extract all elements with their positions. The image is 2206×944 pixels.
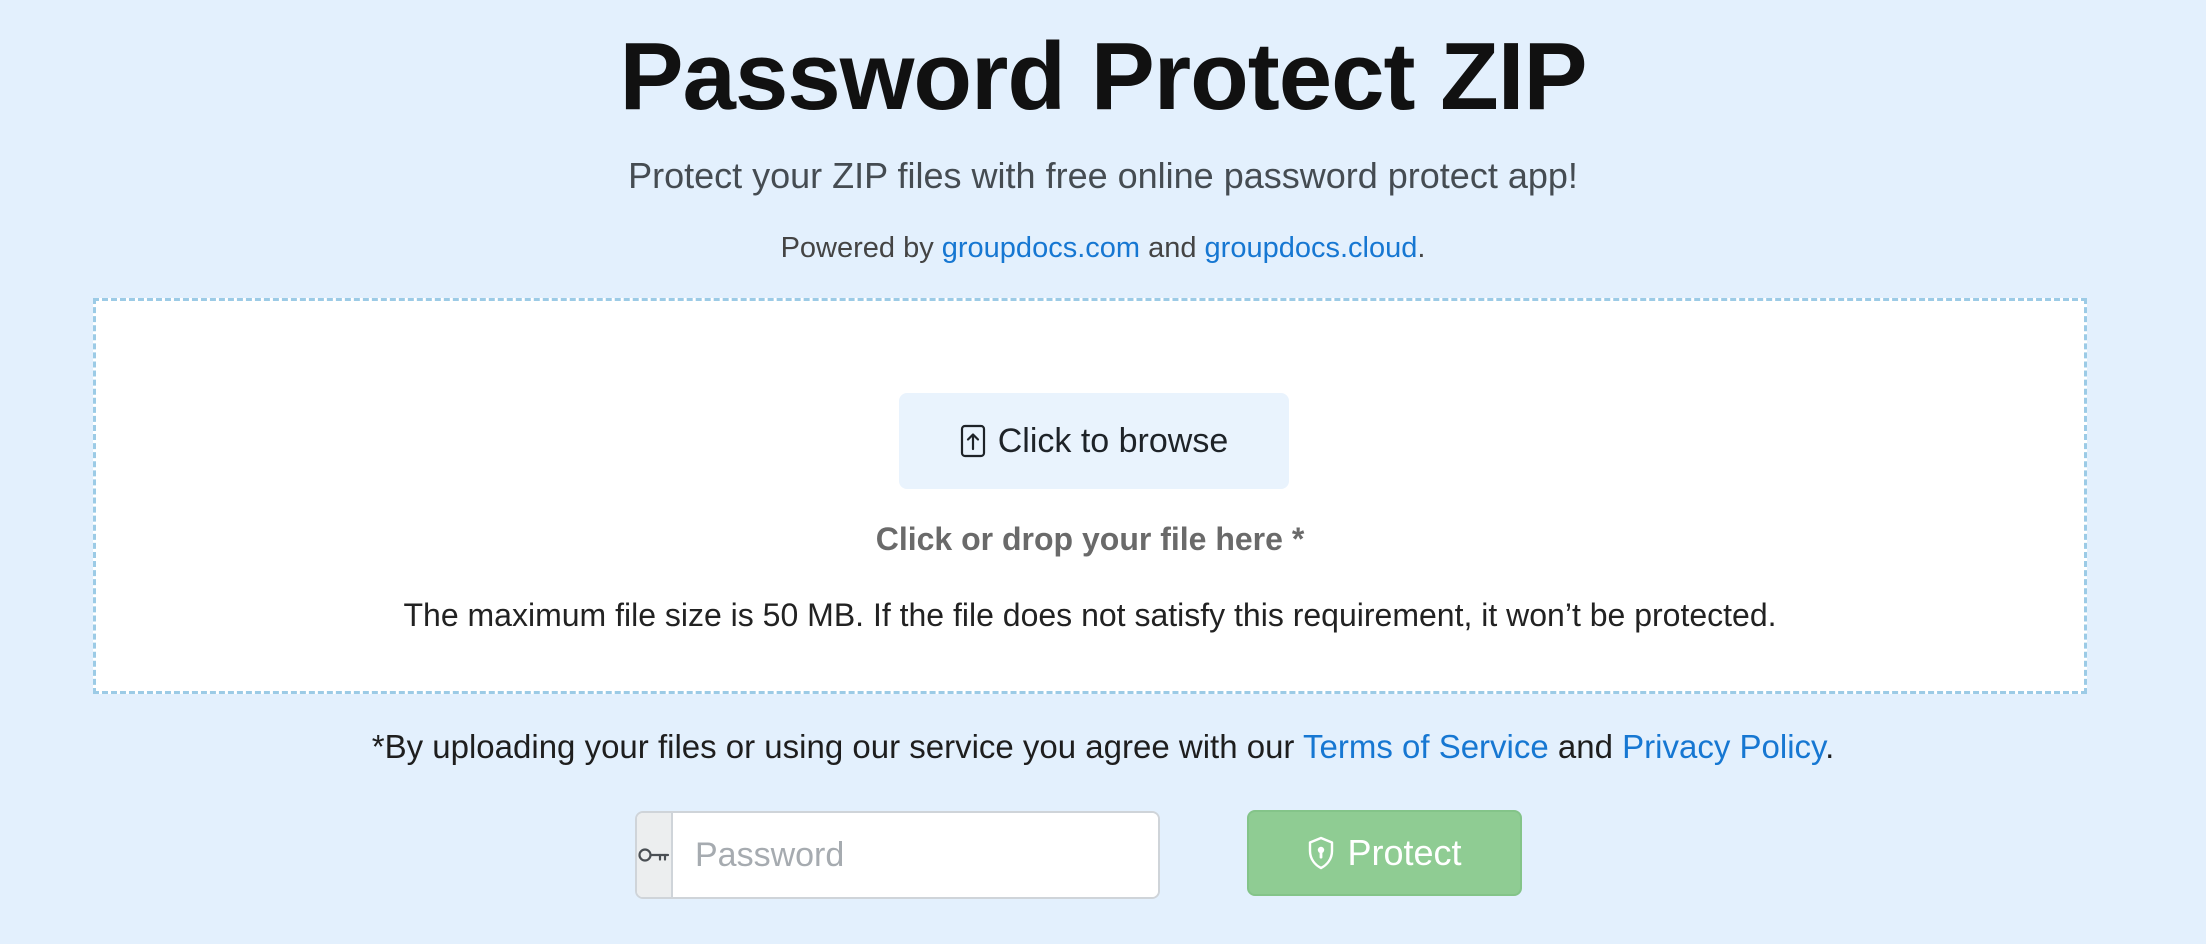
agreement-prefix: *By uploading your files or using our se… (371, 728, 1303, 765)
key-icon (637, 813, 673, 897)
terms-agreement: *By uploading your files or using our se… (0, 724, 2206, 770)
powered-by-prefix: Powered by (780, 232, 942, 264)
protect-button[interactable]: Protect (1247, 810, 1522, 896)
privacy-policy-link[interactable]: Privacy Policy (1622, 728, 1825, 765)
password-input[interactable] (673, 813, 1158, 897)
browse-button[interactable]: Click to browse (899, 393, 1289, 489)
agreement-period: . (1825, 728, 1835, 765)
shield-lock-icon (1307, 836, 1335, 870)
upload-file-icon (960, 424, 986, 458)
drop-hint: Click or drop your file here * (875, 521, 1305, 557)
page-subtitle: Protect your ZIP files with free online … (628, 155, 1578, 196)
powered-by-period: . (1417, 232, 1426, 264)
page-title: Password Protect ZIP (619, 23, 1588, 130)
groupdocs-cloud-link[interactable]: groupdocs.cloud (1205, 232, 1418, 264)
password-input-group (635, 811, 1160, 899)
browse-button-label: Click to browse (997, 421, 1229, 460)
file-dropzone[interactable]: Click to browse Click or drop your file … (93, 298, 2087, 694)
protect-button-label: Protect (1347, 832, 1462, 873)
powered-by-and: and (1140, 232, 1205, 264)
terms-of-service-link[interactable]: Terms of Service (1303, 728, 1549, 765)
agreement-and: and (1548, 728, 1623, 765)
max-size-note: The maximum file size is 50 MB. If the f… (403, 597, 1777, 633)
powered-by-line: Powered by groupdocs.com and groupdocs.c… (0, 228, 2206, 268)
groupdocs-com-link[interactable]: groupdocs.com (942, 232, 1140, 264)
